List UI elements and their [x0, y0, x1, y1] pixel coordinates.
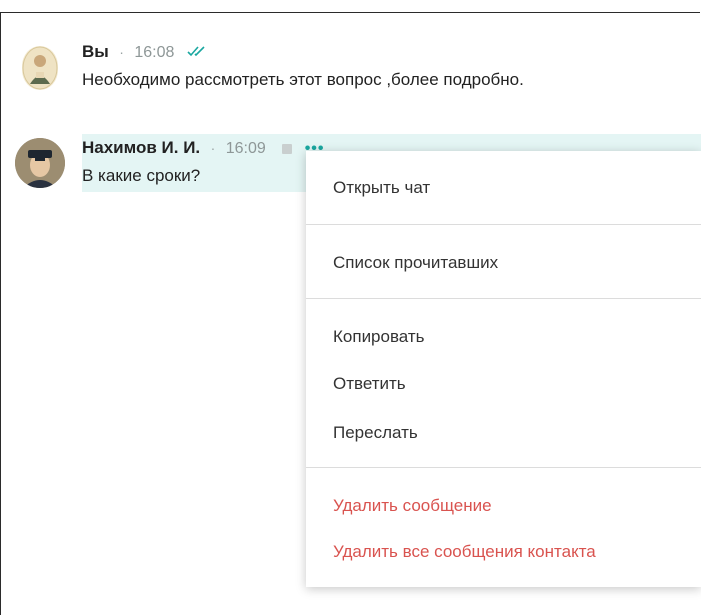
menu-divider: [306, 224, 701, 225]
menu-item-forward[interactable]: Переслать: [306, 413, 701, 453]
message-item[interactable]: Вы · 16:08 Необходимо рассмотреть этот в…: [0, 38, 700, 98]
menu-divider: [306, 467, 701, 468]
menu-item-delete-all-contact-messages[interactable]: Удалить все сообщения контакта: [306, 532, 701, 572]
message-text: Необходимо рассмотреть этот вопрос ,боле…: [82, 70, 524, 89]
menu-item-reply[interactable]: Ответить: [306, 364, 701, 404]
menu-item-open-chat[interactable]: Открыть чат: [306, 168, 701, 208]
separator-dot: ·: [210, 140, 216, 156]
menu-item-copy[interactable]: Копировать: [306, 317, 701, 357]
message-text: В какие сроки?: [82, 166, 201, 185]
message-item[interactable]: Нахимов И. И. · 16:09 ••• В какие сроки?: [0, 134, 324, 194]
double-check-icon: [187, 44, 209, 62]
avatar[interactable]: [15, 138, 65, 188]
message-time: 16:08: [134, 44, 175, 61]
portrait-image: [22, 46, 58, 90]
author-name: Нахимов И. И.: [82, 138, 201, 157]
menu-divider: [306, 298, 701, 299]
menu-item-read-list[interactable]: Список прочитавших: [306, 243, 701, 283]
menu-item-delete-message[interactable]: Удалить сообщение: [306, 486, 701, 526]
context-menu: Открыть чат Список прочитавших Копироват…: [306, 151, 701, 587]
portrait-image: [15, 138, 65, 188]
author-name: Вы: [82, 42, 109, 61]
message-time: 16:09: [225, 140, 266, 157]
avatar[interactable]: [22, 46, 58, 90]
separator-dot: ·: [119, 44, 124, 60]
status-square-icon: [282, 143, 293, 154]
